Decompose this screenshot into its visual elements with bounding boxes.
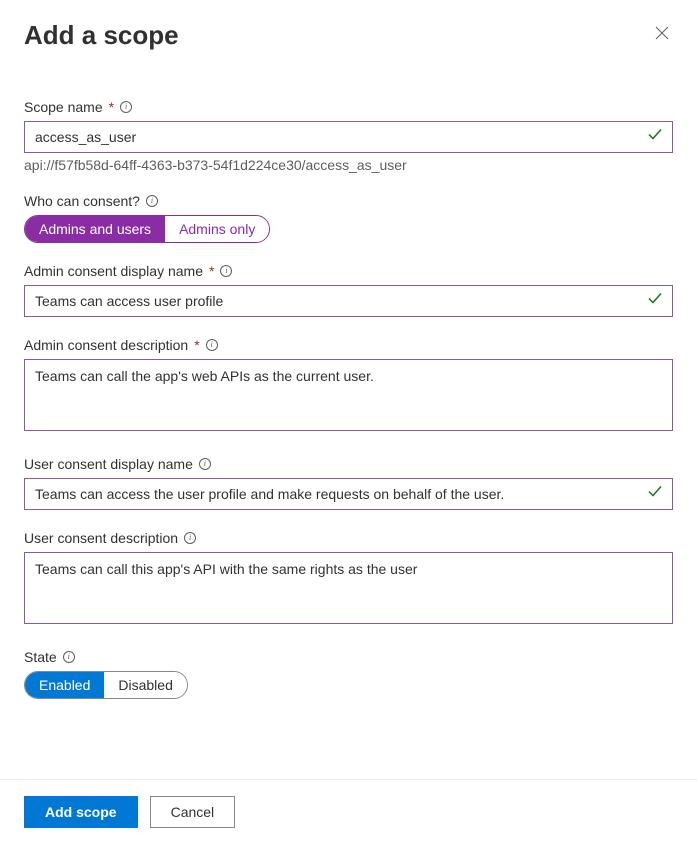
user-description-label: User consent description — [24, 530, 178, 546]
info-icon[interactable]: i — [199, 458, 211, 470]
state-option-enabled[interactable]: Enabled — [25, 672, 104, 698]
scope-name-label: Scope name — [24, 99, 103, 115]
scope-name-input[interactable] — [24, 121, 673, 153]
info-icon[interactable]: i — [146, 195, 158, 207]
close-icon[interactable] — [651, 20, 673, 49]
info-icon[interactable]: i — [220, 265, 232, 277]
required-asterisk: * — [109, 99, 114, 115]
footer: Add scope Cancel — [0, 779, 697, 844]
admin-display-name-label: Admin consent display name — [24, 263, 203, 279]
consent-option-admins-only[interactable]: Admins only — [165, 216, 269, 242]
add-scope-button[interactable]: Add scope — [24, 796, 138, 828]
page-title: Add a scope — [24, 20, 179, 51]
consent-option-admins-users[interactable]: Admins and users — [25, 216, 165, 242]
consent-label: Who can consent? — [24, 193, 140, 209]
user-display-name-label: User consent display name — [24, 456, 193, 472]
state-toggle[interactable]: Enabled Disabled — [24, 671, 188, 699]
admin-display-name-input[interactable] — [24, 285, 673, 317]
cancel-button[interactable]: Cancel — [150, 796, 236, 828]
info-icon[interactable]: i — [120, 101, 132, 113]
required-asterisk: * — [194, 337, 199, 353]
user-description-input[interactable] — [24, 552, 673, 624]
info-icon[interactable]: i — [63, 651, 75, 663]
admin-description-label: Admin consent description — [24, 337, 188, 353]
info-icon[interactable]: i — [184, 532, 196, 544]
scope-name-hint: api://f57fb58d-64ff-4363-b373-54f1d224ce… — [24, 157, 673, 173]
user-display-name-input[interactable] — [24, 478, 673, 510]
consent-toggle[interactable]: Admins and users Admins only — [24, 215, 270, 243]
state-option-disabled[interactable]: Disabled — [104, 672, 186, 698]
state-label: State — [24, 649, 57, 665]
info-icon[interactable]: i — [206, 339, 218, 351]
admin-description-input[interactable] — [24, 359, 673, 431]
required-asterisk: * — [209, 263, 214, 279]
